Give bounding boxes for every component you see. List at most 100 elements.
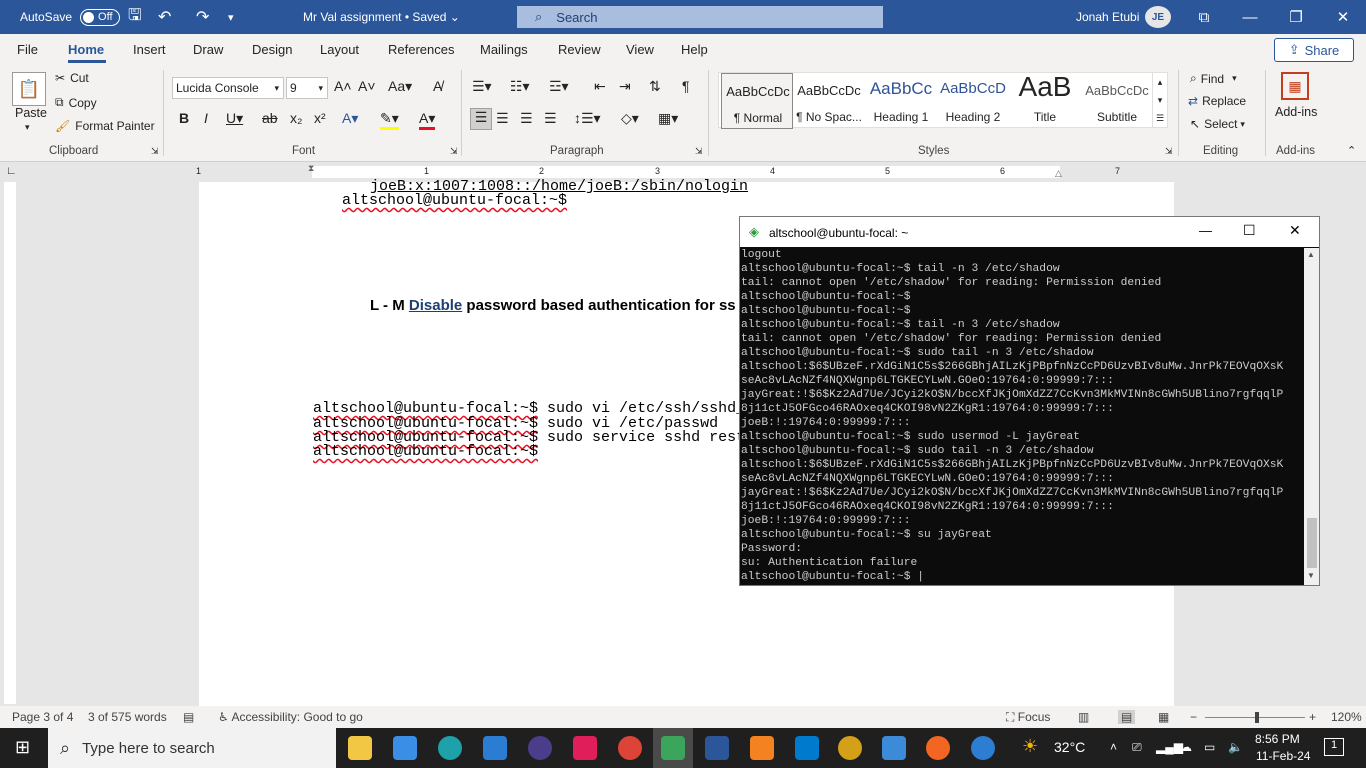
paragraph-launcher-icon[interactable]: ⇲ <box>695 146 703 157</box>
align-center-icon[interactable]: ☰ <box>496 110 509 127</box>
signal-icon[interactable]: ▂▄▆ <box>1156 740 1183 754</box>
undo-icon[interactable]: ↶ <box>158 0 171 34</box>
tab-view[interactable]: View <box>626 42 654 57</box>
share-button[interactable]: ⇪ Share <box>1274 38 1354 62</box>
line-spacing-icon[interactable]: ↕☰▾ <box>574 110 601 127</box>
style-title[interactable]: AaB Title <box>1009 71 1081 129</box>
mail-icon[interactable] <box>483 736 507 760</box>
styles-launcher-icon[interactable]: ⇲ <box>1165 146 1173 157</box>
taskbar-search[interactable]: ⌕ Type here to search <box>48 728 336 768</box>
notifications-icon[interactable]: 1 <box>1324 738 1344 756</box>
change-case-icon[interactable]: Aa▾ <box>388 78 412 95</box>
numbering-icon[interactable]: ☷▾ <box>510 78 530 95</box>
accessibility-status[interactable]: ♿ Accessibility: Good to go <box>218 710 363 724</box>
bullets-icon[interactable]: ☰▾ <box>472 78 492 95</box>
paste-dropdown-icon[interactable]: ▾ <box>25 122 30 133</box>
meet-icon[interactable]: ⎚ <box>1132 740 1142 755</box>
terminal-scrollbar[interactable]: ▲ ▼ <box>1304 248 1319 585</box>
subscript-icon[interactable]: x₂ <box>290 110 302 126</box>
align-right-icon[interactable]: ☰ <box>520 110 533 127</box>
weather-icon[interactable]: ☀ <box>1022 736 1038 757</box>
font-size-combo[interactable]: 9 ▾ <box>286 77 328 99</box>
help-icon[interactable] <box>971 736 995 760</box>
git-bash-icon[interactable] <box>661 736 685 760</box>
windows-start-icon[interactable]: ⊞ <box>15 737 30 758</box>
cut-button[interactable]: ✂ Cut <box>55 71 89 85</box>
terminal-window[interactable]: ◈ altschool@ubuntu-focal: ~ — ☐ ✕ logout… <box>739 216 1320 586</box>
tab-references[interactable]: References <box>388 42 454 57</box>
italic-icon[interactable]: I <box>204 110 208 126</box>
tab-layout[interactable]: Layout <box>320 42 359 57</box>
justify-icon[interactable]: ☰ <box>544 110 557 127</box>
document-title[interactable]: Mr Val assignment • Saved ⌄ <box>303 0 460 34</box>
read-mode-icon[interactable]: ▥ <box>1078 710 1089 724</box>
close-icon[interactable]: ✕ <box>1320 0 1366 34</box>
styles-scroll-icon[interactable]: ▴ ▾ ☰ <box>1152 72 1168 128</box>
slack-icon[interactable] <box>573 736 597 760</box>
autosave-toggle[interactable]: Off <box>80 8 120 26</box>
zoom-level[interactable]: 120% <box>1331 710 1362 724</box>
zoom-slider-thumb[interactable] <box>1255 712 1259 723</box>
style-no-spacing[interactable]: AaBbCcDc ¶ No Spac... <box>793 73 865 129</box>
font-color-icon[interactable]: A▾ <box>419 110 436 130</box>
style-heading-1[interactable]: AaBbCc Heading 1 <box>865 73 937 129</box>
clipboard-launcher-icon[interactable]: ⇲ <box>151 146 159 157</box>
avatar[interactable]: JE <box>1145 6 1171 28</box>
scroll-up-icon[interactable]: ▲ <box>1307 250 1315 259</box>
tab-mailings[interactable]: Mailings <box>480 42 528 57</box>
find-button[interactable]: ⌕ Find ▾ <box>1190 71 1237 86</box>
redo-icon[interactable]: ↷ <box>196 0 209 34</box>
show-marks-icon[interactable]: ¶ <box>682 78 690 94</box>
strikethrough-icon[interactable]: ab <box>262 110 278 126</box>
clock-date[interactable]: 11-Feb-24 <box>1256 749 1310 763</box>
terminal-close-icon[interactable]: ✕ <box>1289 222 1301 239</box>
zoom-out-icon[interactable]: − <box>1190 710 1197 724</box>
save-icon[interactable]: 🖫 <box>128 0 142 34</box>
decrease-indent-icon[interactable]: ⇤ <box>594 78 606 95</box>
style-normal[interactable]: AaBbCcDc ¶ Normal <box>721 73 793 129</box>
clock-time[interactable]: 8:56 PM <box>1255 732 1300 746</box>
tab-draw[interactable]: Draw <box>193 42 223 57</box>
terminal-output[interactable]: logout altschool@ubuntu-focal:~$ tail -n … <box>741 248 1303 585</box>
increase-indent-icon[interactable]: ⇥ <box>619 78 631 95</box>
ribbon-display-icon[interactable]: ⧉ <box>1181 0 1227 34</box>
copy-button[interactable]: ⧉ Copy <box>55 95 97 110</box>
weather-temp[interactable]: 32°C <box>1054 739 1085 755</box>
photos-icon[interactable] <box>882 736 906 760</box>
replace-button[interactable]: ⇄ Replace <box>1188 94 1246 108</box>
chrome-icon[interactable] <box>618 736 642 760</box>
tab-insert[interactable]: Insert <box>133 42 166 57</box>
style-subtitle[interactable]: AaBbCcDc Subtitle <box>1081 73 1153 129</box>
text-effects-icon[interactable]: A▾ <box>342 110 358 127</box>
word-icon[interactable] <box>705 736 729 760</box>
bold-icon[interactable]: B <box>179 110 189 126</box>
doc-heading-link[interactable]: Disable <box>409 297 462 314</box>
font-name-combo[interactable]: Lucida Console ▾ <box>172 77 284 99</box>
tab-design[interactable]: Design <box>252 42 292 57</box>
borders-icon[interactable]: ▦▾ <box>658 110 678 127</box>
proofing-icon[interactable]: ▤ <box>183 710 194 724</box>
shrink-font-icon[interactable]: A˅ <box>358 78 376 94</box>
paste-icon[interactable]: 📋 <box>12 72 46 106</box>
align-left-icon[interactable]: ☰ <box>470 108 492 130</box>
multilevel-list-icon[interactable]: ☲▾ <box>549 78 569 95</box>
paste-button[interactable]: Paste <box>15 106 47 120</box>
minimize-icon[interactable]: — <box>1227 0 1273 34</box>
network-icon[interactable]: ☁ <box>1180 740 1192 754</box>
highlight-icon[interactable]: ✎▾ <box>380 110 399 130</box>
grow-font-icon[interactable]: A˄ <box>334 78 352 94</box>
eclipse-icon[interactable] <box>528 736 552 760</box>
indent-marker-icon[interactable]: ⧗ <box>308 163 314 174</box>
volume-icon[interactable]: 🔈 <box>1228 740 1243 754</box>
page-count[interactable]: Page 3 of 4 <box>12 710 73 724</box>
font-launcher-icon[interactable]: ⇲ <box>450 146 458 157</box>
select-button[interactable]: ↖ Select ▾ <box>1190 117 1245 131</box>
hotspot-icon[interactable] <box>926 736 950 760</box>
store-icon[interactable] <box>393 736 417 760</box>
web-layout-icon[interactable]: ▦ <box>1158 710 1169 724</box>
terminal-maximize-icon[interactable]: ☐ <box>1243 222 1256 239</box>
terminal-scroll-thumb[interactable] <box>1307 518 1317 568</box>
word-count[interactable]: 3 of 575 words <box>88 710 167 724</box>
tab-review[interactable]: Review <box>558 42 601 57</box>
superscript-icon[interactable]: x² <box>314 110 326 126</box>
